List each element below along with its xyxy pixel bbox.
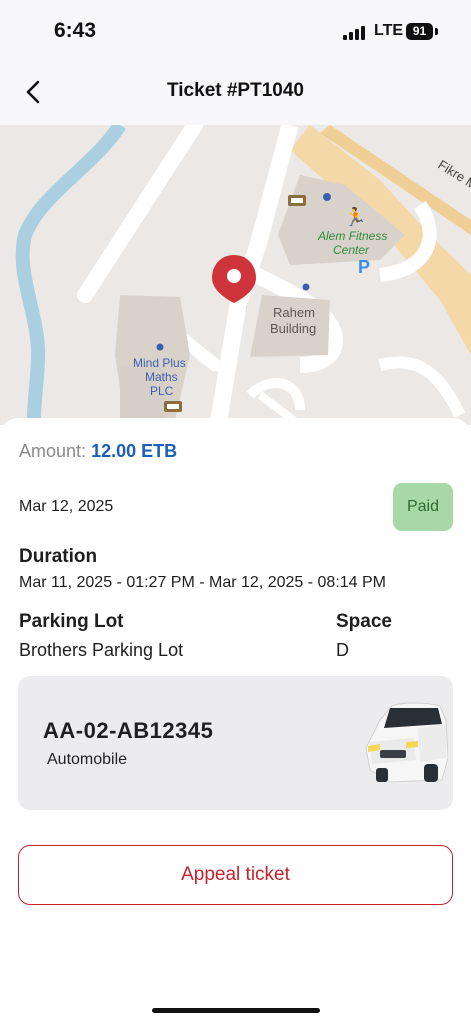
map-label-fitness-2: Center xyxy=(333,243,370,257)
parking-lot-label: Parking Lot xyxy=(19,611,124,632)
vehicle-plate: AA-02-AB12345 xyxy=(43,718,214,743)
space-label: Space xyxy=(336,611,392,632)
appeal-ticket-button[interactable]: Appeal ticket xyxy=(18,845,453,905)
status-badge: Paid xyxy=(393,483,453,531)
status-time: 6:43 xyxy=(54,19,97,42)
vehicle-type: Automobile xyxy=(47,751,128,768)
car-icon xyxy=(365,702,448,783)
duration-value: Mar 11, 2025 - 01:27 PM - Mar 12, 2025 -… xyxy=(19,574,386,591)
network-type: LTE xyxy=(374,22,404,39)
map-label-parking: P xyxy=(358,257,370,277)
map-view[interactable]: 🏃 Alem Fitness Center P Rahem Building M… xyxy=(0,125,471,425)
amount-row: Amount: 12.00 ETB xyxy=(19,441,177,462)
map-label-fitness-1: Alem Fitness xyxy=(317,229,387,243)
amount-label: Amount: xyxy=(19,441,87,461)
space-value: D xyxy=(336,640,349,660)
battery-icon: 91 xyxy=(406,23,433,40)
status-bar: 6:43 LTE 91 xyxy=(0,0,471,60)
signal-icon xyxy=(343,26,367,40)
home-indicator xyxy=(152,1008,320,1013)
svg-text:🏃: 🏃 xyxy=(344,206,366,227)
vehicle-card[interactable]: AA-02-AB12345 Automobile xyxy=(18,676,453,810)
map-label-mindplus-3: PLC xyxy=(150,384,174,398)
map-label-mindplus-2: Maths xyxy=(145,370,178,384)
parking-lot-value: Brothers Parking Lot xyxy=(19,640,184,660)
ticket-date: Mar 12, 2025 xyxy=(19,498,114,515)
amount-value: 12.00 ETB xyxy=(91,441,178,461)
map-canvas: 🏃 Alem Fitness Center P Rahem Building M… xyxy=(0,125,471,425)
map-label-mindplus-1: Mind Plus xyxy=(133,356,186,370)
map-label-rahem-1: Rahem xyxy=(273,305,315,320)
header-bar: Ticket #PT1040 xyxy=(0,60,471,125)
map-label-rahem-2: Building xyxy=(270,321,316,336)
duration-label: Duration xyxy=(19,546,98,567)
battery-nub xyxy=(435,28,438,35)
page-title: Ticket #PT1040 xyxy=(167,80,304,101)
